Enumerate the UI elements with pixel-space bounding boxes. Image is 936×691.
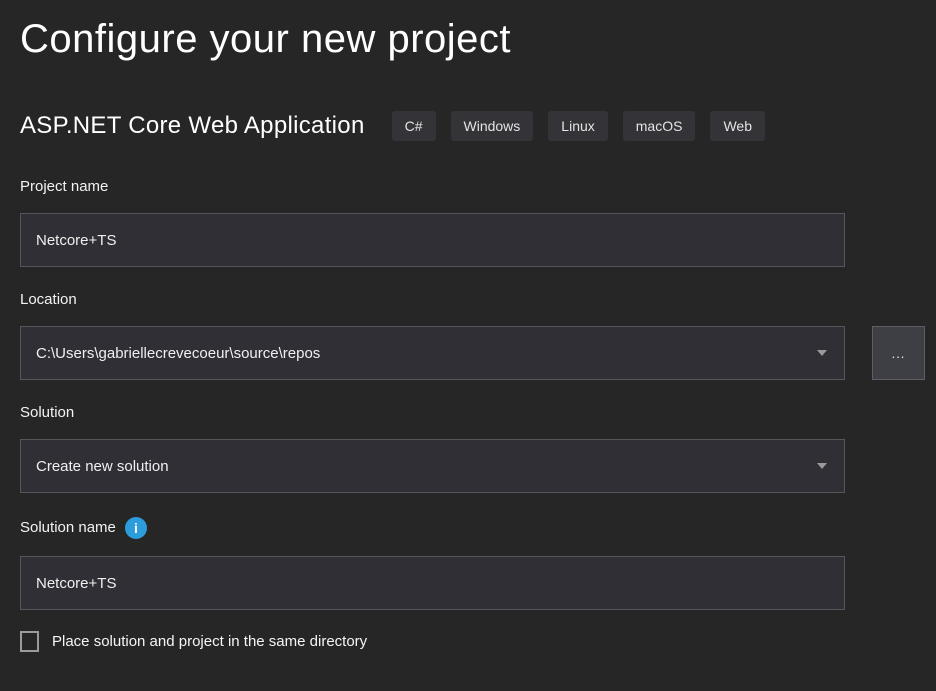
project-name-label: Project name — [20, 178, 936, 196]
location-label: Location — [20, 291, 936, 309]
template-row: ASP.NET Core Web Application C# Windows … — [20, 111, 936, 141]
info-icon[interactable]: i — [125, 517, 147, 539]
project-name-input[interactable] — [20, 213, 845, 267]
location-value: C:\Users\gabriellecrevecoeur\source\repo… — [36, 345, 320, 362]
solution-label: Solution — [20, 404, 936, 422]
page-title: Configure your new project — [20, 14, 936, 64]
solution-name-field: Solution name i — [20, 517, 936, 610]
solution-name-label: Solution name — [20, 519, 116, 537]
same-directory-checkbox[interactable] — [20, 631, 39, 652]
location-combobox[interactable]: C:\Users\gabriellecrevecoeur\source\repo… — [20, 326, 845, 380]
tag-platform-linux: Linux — [548, 111, 607, 141]
tag-platform-macos: macOS — [623, 111, 696, 141]
project-config-form: Project name Location C:\Users\gabrielle… — [20, 178, 936, 652]
solution-value: Create new solution — [36, 458, 169, 475]
tag-language-csharp: C# — [392, 111, 436, 141]
browse-location-button[interactable]: ... — [872, 326, 925, 380]
chevron-down-icon — [817, 463, 827, 469]
configure-project-dialog: Configure your new project ASP.NET Core … — [0, 0, 936, 652]
same-directory-label: Place solution and project in the same d… — [52, 633, 367, 650]
project-name-field: Project name — [20, 178, 936, 267]
solution-name-label-row: Solution name i — [20, 517, 936, 539]
solution-combobox[interactable]: Create new solution — [20, 439, 845, 493]
tag-project-type-web: Web — [710, 111, 765, 141]
location-field: Location C:\Users\gabriellecrevecoeur\so… — [20, 291, 936, 380]
chevron-down-icon — [817, 350, 827, 356]
same-directory-row: Place solution and project in the same d… — [20, 631, 936, 652]
location-row: C:\Users\gabriellecrevecoeur\source\repo… — [20, 326, 936, 380]
tag-platform-windows: Windows — [451, 111, 534, 141]
template-name: ASP.NET Core Web Application — [20, 112, 365, 140]
solution-field: Solution Create new solution — [20, 404, 936, 493]
solution-name-input[interactable] — [20, 556, 845, 610]
